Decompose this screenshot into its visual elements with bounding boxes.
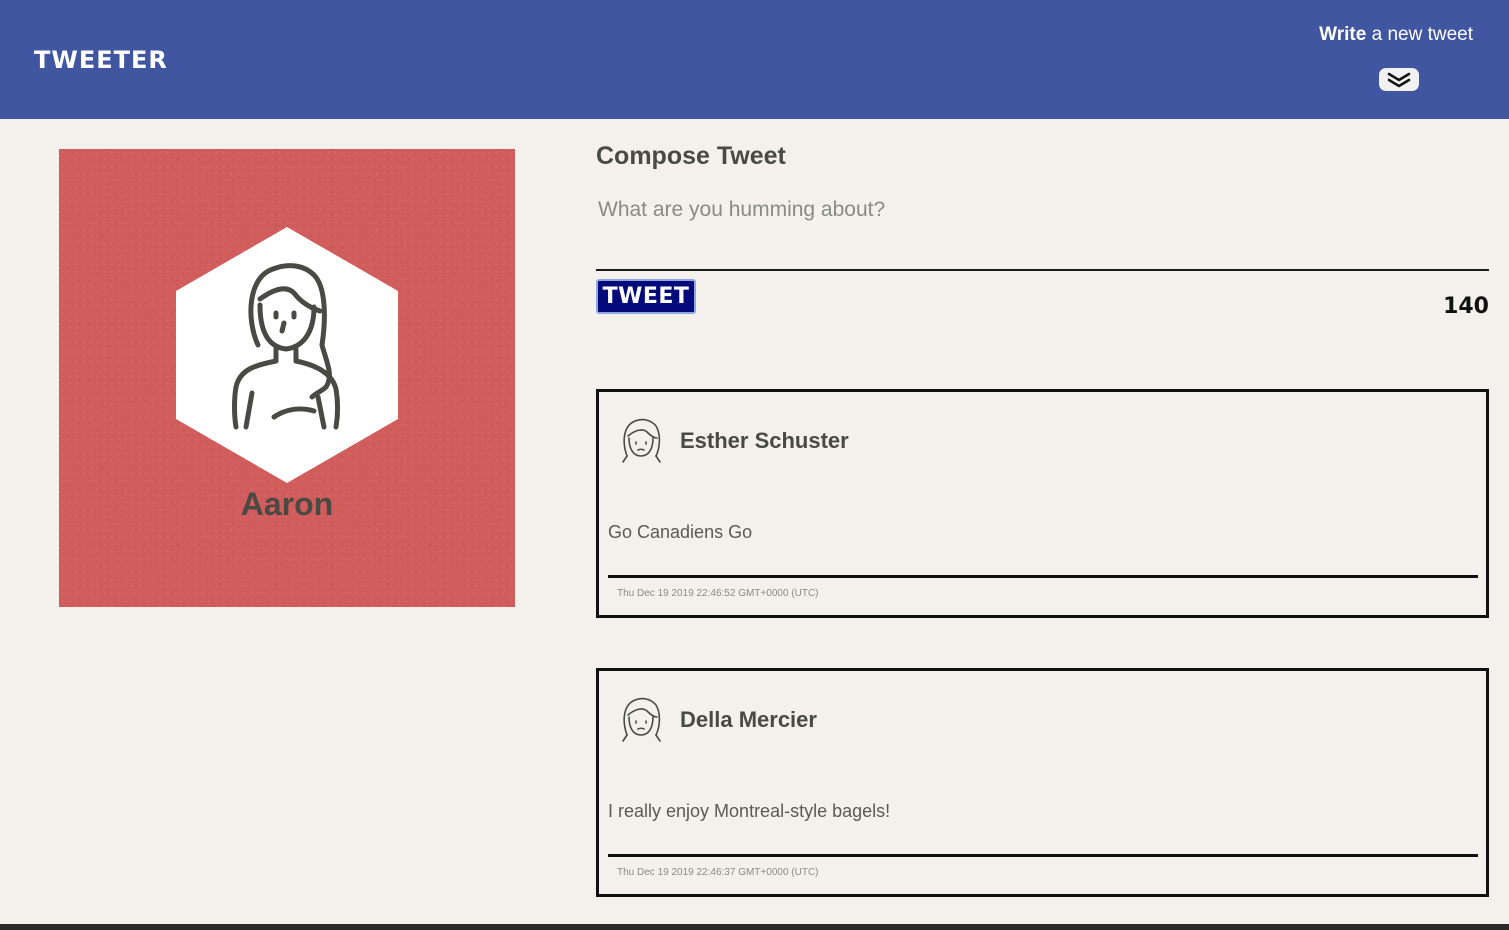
compose-toggle-button[interactable]: [1379, 68, 1419, 91]
tweet-body: I really enjoy Montreal-style bagels!: [608, 801, 891, 821]
tweet-card: Esther Schuster Go Canadiens Go Thu Dec …: [596, 389, 1489, 618]
profile-name: Aaron: [240, 486, 334, 522]
tweet-input[interactable]: [596, 198, 1489, 271]
double-chevron-down-icon: [1387, 72, 1411, 87]
profile-card: Aaron: [59, 149, 515, 607]
brand-logo[interactable]: TWEETER: [34, 46, 168, 74]
write-link-bold: Write: [1319, 24, 1367, 45]
tweet-divider: [608, 575, 1478, 578]
character-counter: 140: [1443, 294, 1489, 319]
top-navbar: TWEETER Write a new tweet: [0, 0, 1509, 119]
tweet-card: Della Mercier I really enjoy Montreal-st…: [596, 668, 1489, 897]
tweet-author: Esther Schuster: [680, 428, 849, 453]
woman-avatar-icon: [622, 697, 661, 742]
tweet-timestamp: Thu Dec 19 2019 22:46:37 GMT+0000 (UTC): [617, 867, 819, 878]
tweet-submit-button[interactable]: TWEET: [596, 279, 696, 314]
bottom-edge-bar: [0, 924, 1509, 930]
tweet-timestamp: Thu Dec 19 2019 22:46:52 GMT+0000 (UTC): [617, 588, 819, 599]
woman-avatar-icon: [176, 227, 398, 483]
write-link-rest: a new tweet: [1366, 24, 1473, 45]
write-new-tweet-link[interactable]: Write a new tweet: [1319, 24, 1473, 46]
tweet-divider: [608, 854, 1478, 857]
tweet-body: Go Canadiens Go: [608, 522, 753, 542]
woman-avatar-icon: [622, 418, 661, 463]
compose-title: Compose Tweet: [596, 142, 786, 170]
tweet-author: Della Mercier: [680, 707, 817, 732]
